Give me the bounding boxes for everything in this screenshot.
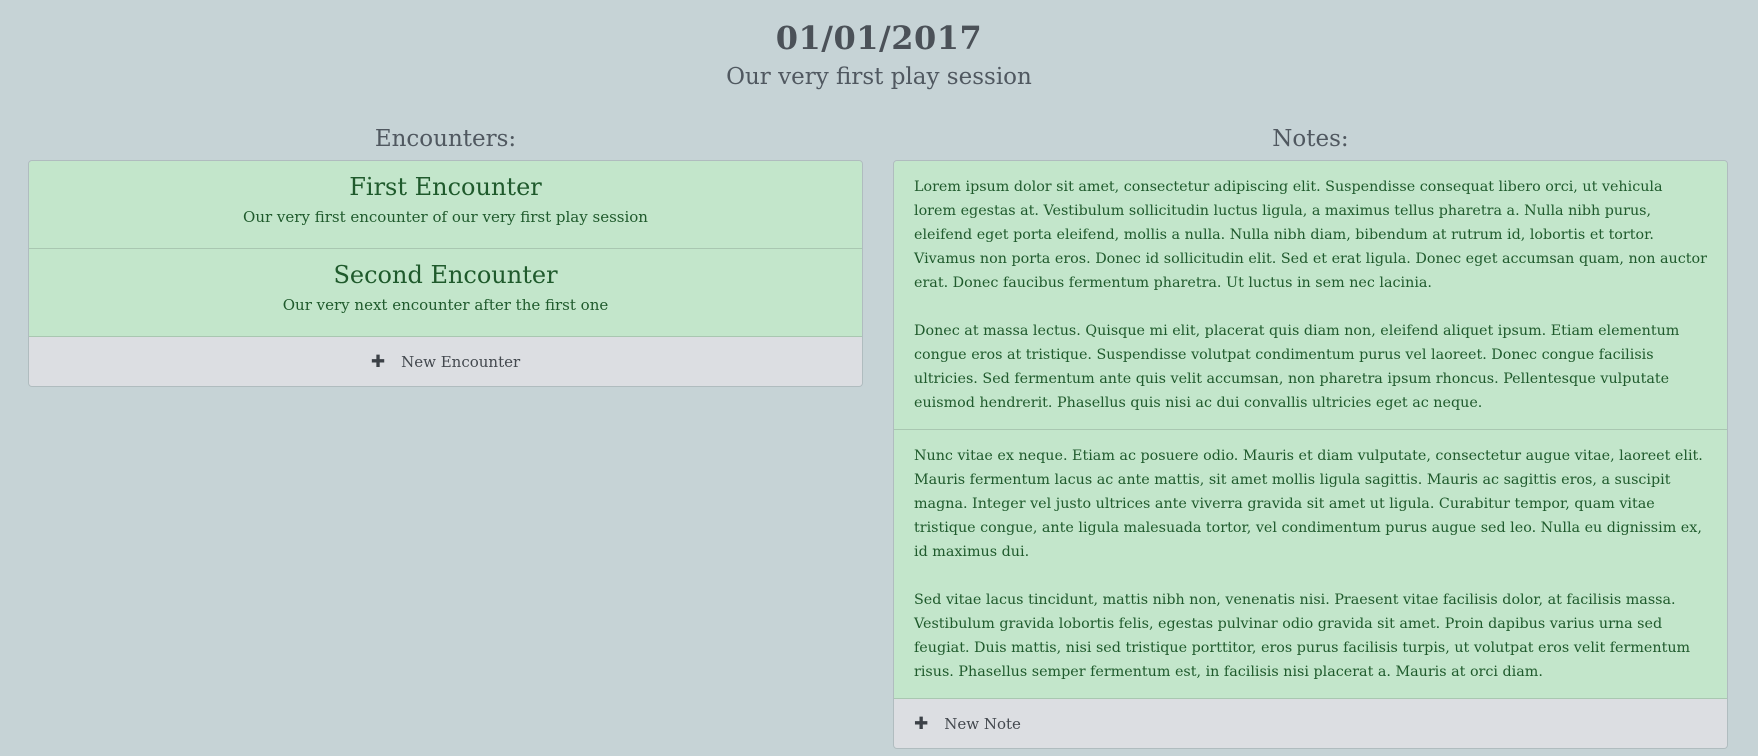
main-columns: Encounters: First Encounter Our very fir… bbox=[28, 118, 1728, 749]
note-paragraph: Sed vitae lacus tincidunt, mattis nibh n… bbox=[914, 592, 1691, 680]
encounter-description: Our very next encounter after the first … bbox=[282, 296, 609, 314]
new-note-button[interactable]: ✚ New Note bbox=[894, 699, 1727, 748]
notes-column: Notes: Lorem ipsum dolor sit amet, conse… bbox=[893, 118, 1728, 749]
encounters-heading: Encounters: bbox=[374, 126, 517, 152]
encounter-title: First Encounter bbox=[349, 173, 542, 201]
encounter-item-first[interactable]: First Encounter Our very first encounter… bbox=[29, 161, 862, 249]
new-encounter-label: New Encounter bbox=[401, 352, 521, 371]
note-item-first[interactable]: Lorem ipsum dolor sit amet, consectetur … bbox=[894, 161, 1727, 430]
encounter-title: Second Encounter bbox=[333, 261, 558, 289]
new-note-label: New Note bbox=[944, 714, 1021, 733]
encounter-description: Our very first encounter of our very fir… bbox=[243, 208, 648, 226]
plus-icon: ✚ bbox=[914, 713, 929, 734]
session-date: 01/01/2017 bbox=[775, 19, 983, 57]
notes-heading: Notes: bbox=[1272, 126, 1349, 152]
notes-list: Lorem ipsum dolor sit amet, consectetur … bbox=[893, 160, 1728, 749]
encounters-list: First Encounter Our very first encounter… bbox=[28, 160, 863, 387]
new-encounter-button[interactable]: ✚ New Encounter bbox=[29, 337, 862, 386]
note-paragraph: Lorem ipsum dolor sit amet, consectetur … bbox=[914, 179, 1707, 291]
note-item-second[interactable]: Nunc vitae ex neque. Etiam ac posuere od… bbox=[894, 430, 1727, 699]
note-paragraph: Nunc vitae ex neque. Etiam ac posuere od… bbox=[914, 448, 1703, 560]
note-paragraph: Donec at massa lectus. Quisque mi elit, … bbox=[914, 323, 1680, 411]
plus-icon: ✚ bbox=[370, 351, 386, 372]
session-subtitle: Our very first play session bbox=[726, 64, 1032, 90]
encounters-column: Encounters: First Encounter Our very fir… bbox=[28, 118, 863, 749]
session-header: 01/01/2017 Our very first play session bbox=[0, 0, 1758, 94]
encounter-item-second[interactable]: Second Encounter Our very next encounter… bbox=[29, 249, 862, 337]
